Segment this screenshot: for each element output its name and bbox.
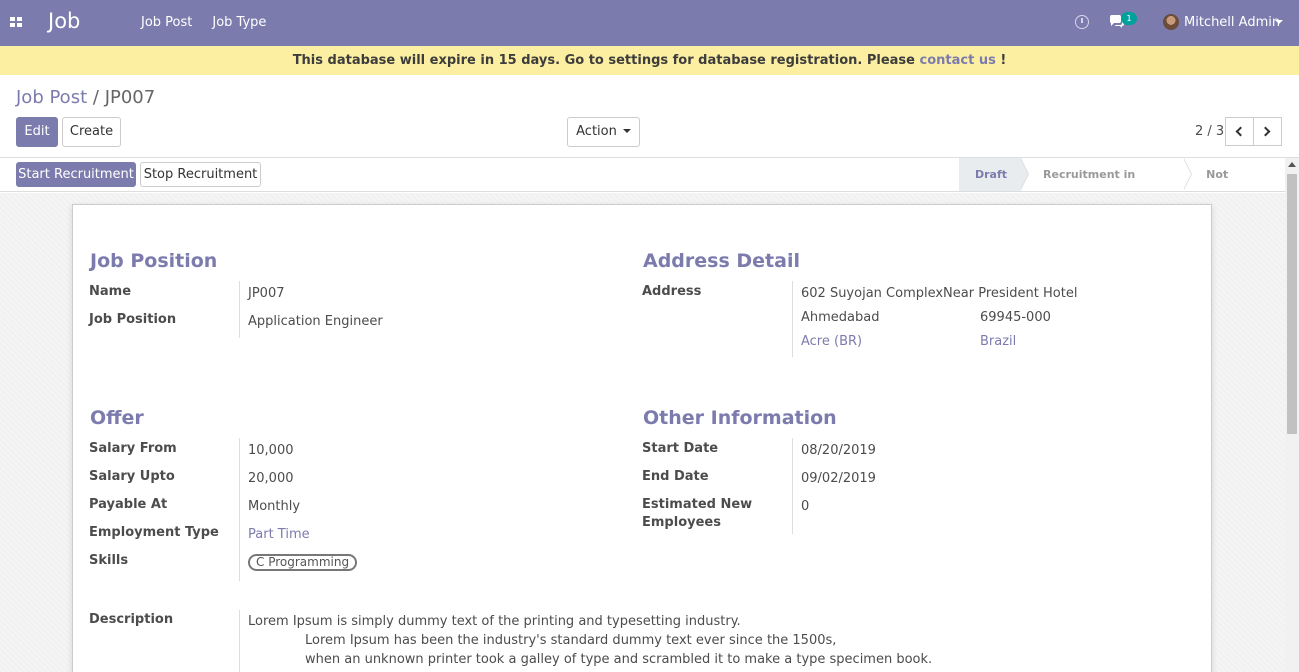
form-sheet: Job Position Name JP007 Job Position App… [72, 204, 1212, 672]
label-estimated-new-employees: Estimated New Employees [642, 497, 752, 530]
description-line: Lorem Ipsum has been the industry's stan… [305, 633, 837, 648]
caret-down-icon[interactable] [1275, 20, 1283, 24]
description-line: Lorem Ipsum is simply dummy text of the … [248, 614, 741, 629]
label-line: Estimated New [642, 497, 753, 512]
skill-tag: C Programming [248, 554, 358, 571]
menu-item-job-post[interactable]: Job Post [141, 15, 192, 30]
chat-count-badge: 1 [1121, 12, 1137, 25]
action-dropdown[interactable]: Action [567, 117, 640, 147]
value-name: JP007 [248, 286, 285, 301]
breadcrumb: Job Post / JP007 [16, 87, 155, 108]
value-payable-at: Monthly [248, 499, 301, 514]
main-menu: Job Post Job Type [141, 15, 286, 30]
label-payable-at: Payable At [89, 497, 168, 512]
group-title-address-detail: Address Detail [643, 250, 800, 272]
status-step-label: Draft [975, 168, 1008, 181]
label-job-position: Job Position [89, 312, 177, 327]
status-step-recruitment-in-progress[interactable]: Recruitment in Progress [1021, 158, 1193, 214]
activity-clock-icon[interactable] [1075, 15, 1089, 29]
start-recruitment-button[interactable]: Start Recruitment [16, 162, 136, 187]
action-label: Action [576, 124, 617, 139]
expiration-banner: This database will expire in 15 days. Go… [0, 46, 1299, 75]
form-statusbar: Start Recruitment Stop Recruitment Draft… [0, 157, 1299, 214]
edit-button[interactable]: Edit [16, 117, 58, 147]
label-start-date: Start Date [642, 441, 719, 456]
status-steps: Draft Recruitment in Progress Not Recrui… [959, 158, 1299, 214]
value-start-date: 08/20/2019 [801, 443, 876, 458]
label-salary-from: Salary From [89, 441, 177, 456]
field-divider [239, 438, 240, 581]
create-button[interactable]: Create [62, 117, 121, 147]
step-arrow [1020, 158, 1029, 190]
value-street: 602 Suyojan ComplexNear President Hotel [801, 286, 1078, 301]
field-divider [792, 438, 793, 534]
value-zip: 69945-000 [980, 310, 1051, 325]
chevron-right-icon [1260, 126, 1271, 137]
breadcrumb-parent[interactable]: Job Post [16, 87, 87, 108]
label-salary-upto: Salary Upto [89, 469, 175, 484]
value-state-link[interactable]: Acre (BR) [801, 334, 862, 349]
label-address: Address [642, 284, 702, 299]
contact-us-link[interactable]: contact us [920, 53, 996, 68]
value-salary-upto: 20,000 [248, 471, 294, 486]
pager-value[interactable]: 2 / 3 [1195, 124, 1224, 139]
scrollbar-thumb[interactable] [1287, 174, 1297, 434]
label-employment-type: Employment Type [89, 525, 219, 540]
menu-item-job-type[interactable]: Job Type [212, 15, 266, 30]
field-divider [239, 281, 240, 338]
banner-text: This database will expire in 15 days. Go… [292, 53, 920, 68]
pager-next-button[interactable] [1253, 117, 1282, 146]
label-end-date: End Date [642, 469, 709, 484]
stop-recruitment-button[interactable]: Stop Recruitment [140, 162, 261, 187]
status-step-draft[interactable]: Draft [959, 158, 1030, 191]
field-divider [239, 610, 240, 672]
label-skills: Skills [89, 553, 129, 568]
value-employment-type-link[interactable]: Part Time [248, 527, 310, 542]
chevron-left-icon [1235, 126, 1246, 137]
value-salary-from: 10,000 [248, 443, 294, 458]
status-step-not-recruiting[interactable]: Not Recruiting [1184, 158, 1299, 214]
app-title[interactable]: Job [48, 9, 80, 33]
value-city: Ahmedabad [801, 310, 880, 325]
group-title-offer: Offer [90, 407, 144, 429]
caret-down-icon [622, 128, 631, 133]
step-arrow [1183, 158, 1192, 190]
group-title-job-position: Job Position [90, 250, 218, 272]
field-divider [792, 281, 793, 357]
value-end-date: 09/02/2019 [801, 471, 876, 486]
description-line: when an unknown printer took a galley of… [305, 652, 933, 667]
top-navbar: Job Job Post Job Type 1 Mitchell Admin [0, 0, 1299, 46]
scroll-up-arrow-icon[interactable] [1288, 162, 1296, 167]
apps-menu-icon[interactable] [10, 17, 22, 28]
group-title-other-information: Other Information [643, 407, 837, 429]
label-name: Name [89, 284, 132, 299]
value-country-link[interactable]: Brazil [980, 334, 1016, 349]
breadcrumb-separator: / [92, 87, 99, 108]
user-avatar[interactable] [1163, 14, 1179, 30]
pager-previous-button[interactable] [1225, 117, 1254, 146]
breadcrumb-current: JP007 [104, 87, 156, 108]
banner-suffix: ! [995, 53, 1007, 68]
user-menu[interactable]: Mitchell Admin [1184, 15, 1280, 30]
label-description: Description [89, 612, 174, 627]
value-estimated-new-employees: 0 [801, 499, 810, 514]
label-line: Employees [642, 515, 721, 530]
value-job-position: Application Engineer [248, 314, 383, 329]
scrollbar[interactable] [1285, 158, 1299, 672]
